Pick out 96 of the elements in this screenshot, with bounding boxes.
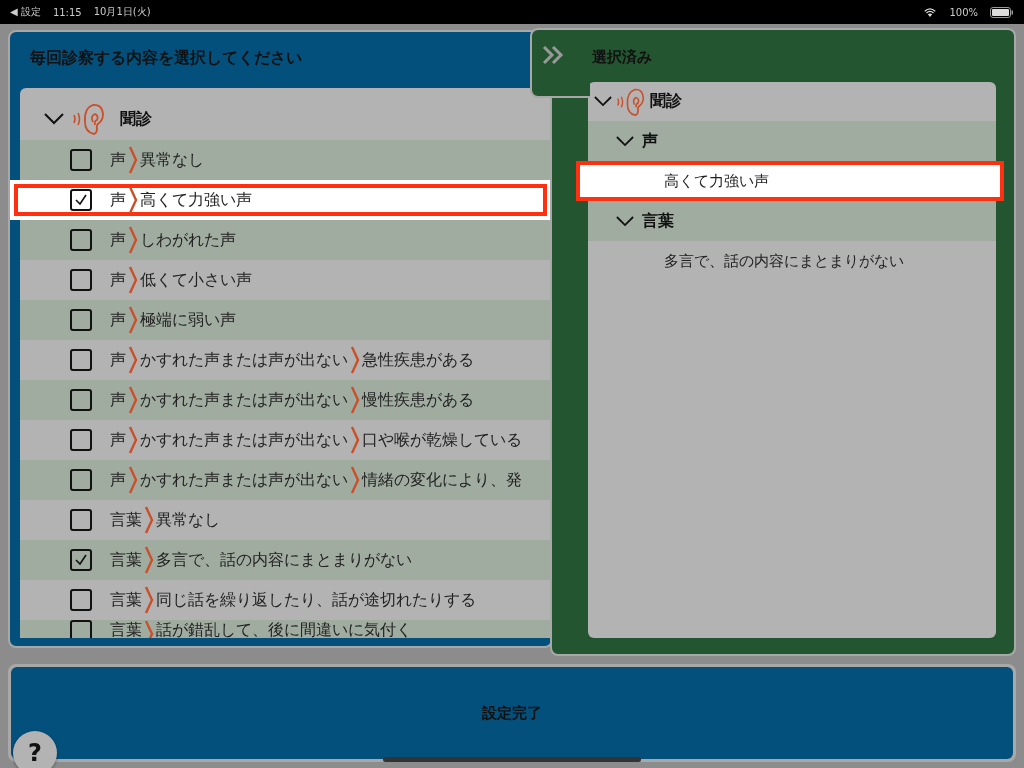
checkbox[interactable] — [70, 389, 92, 411]
checkbox[interactable] — [70, 269, 92, 291]
item-label: かすれた声または声が出ない — [140, 389, 348, 411]
chevron-separator-icon — [128, 226, 138, 254]
item-label: かすれた声または声が出ない — [140, 469, 348, 491]
list-row[interactable]: 声 高くて力強い声 — [10, 180, 551, 220]
battery-icon — [990, 6, 1014, 18]
checkmark-icon — [74, 553, 88, 567]
subgroup-header[interactable]: 声 — [588, 121, 996, 161]
item-label: 情緒の変化により、発 — [362, 469, 522, 491]
item-label: 声 — [110, 149, 126, 171]
checkbox[interactable] — [70, 349, 92, 371]
selected-item[interactable]: 高くて力強い声 — [576, 161, 1004, 201]
chevron-separator-icon — [128, 466, 138, 494]
chevron-separator-icon — [350, 466, 360, 494]
chevron-separator-icon — [350, 426, 360, 454]
list-row[interactable]: 言葉 同じ話を繰り返したり、話が途切れたりする — [20, 580, 551, 620]
chevron-separator-icon — [350, 386, 360, 414]
checkbox[interactable] — [70, 509, 92, 531]
chevron-separator-icon — [128, 146, 138, 174]
chevron-separator-icon — [144, 586, 154, 614]
item-label: 声 — [110, 349, 126, 371]
item-label: しわがれた声 — [140, 229, 236, 251]
checkbox[interactable] — [70, 469, 92, 491]
subgroup-header[interactable]: 言葉 — [588, 201, 996, 241]
selected-item[interactable]: 多言で、話の内容にまとまりがない — [588, 241, 996, 281]
item-label: 同じ話を繰り返したり、話が途切れたりする — [156, 589, 476, 611]
item-label: 声 — [110, 429, 126, 451]
item-label: 口や喉が乾燥している — [362, 429, 522, 451]
list-row[interactable]: 声 かすれた声または声が出ない 口や喉が乾燥している — [20, 420, 551, 460]
item-label: 声 — [110, 189, 126, 211]
battery-percent: 100% — [949, 6, 978, 18]
status-time: 11:15 — [52, 6, 82, 18]
collapse-tab[interactable] — [530, 28, 590, 98]
group-header[interactable]: 聞診 — [588, 82, 996, 121]
list-row[interactable]: 声 かすれた声または声が出ない 急性疾患がある — [20, 340, 551, 380]
list-row[interactable]: 言葉 話が錯乱して、後に間違いに気付く — [20, 620, 551, 638]
chevron-separator-icon — [350, 346, 360, 374]
chevron-separator-icon — [144, 546, 154, 574]
checkmark-icon — [74, 193, 88, 207]
list-row[interactable]: 言葉 異常なし — [20, 500, 551, 540]
item-label: 言葉 — [110, 620, 142, 638]
item-label: 声 — [110, 469, 126, 491]
checkbox[interactable] — [70, 229, 92, 251]
chevron-icon — [44, 113, 64, 125]
list-row[interactable]: 声 しわがれた声 — [20, 220, 551, 260]
chevron-separator-icon — [128, 426, 138, 454]
panel-title: 選択済み — [592, 48, 652, 68]
list-row[interactable]: 声 低くて小さい声 — [20, 260, 551, 300]
checkbox[interactable] — [70, 620, 92, 638]
chevron-separator-icon — [128, 346, 138, 374]
chevron-icon — [616, 215, 634, 227]
item-label: 異常なし — [140, 149, 204, 171]
ear-icon — [72, 102, 106, 136]
status-date: 10月1日(火) — [93, 5, 151, 19]
checkbox[interactable] — [70, 309, 92, 331]
back-link[interactable]: ◀ 設定 — [10, 5, 41, 19]
panel-title: 毎回診察する内容を選択してください — [29, 47, 303, 69]
list-row[interactable]: 言葉 多言で、話の内容にまとまりがない — [20, 540, 551, 580]
item-label: 極端に弱い声 — [140, 309, 236, 331]
item-label: かすれた声または声が出ない — [140, 429, 348, 451]
item-label: 急性疾患がある — [362, 349, 474, 371]
list-row[interactable]: 声 異常なし — [20, 140, 551, 180]
chevron-separator-icon — [128, 186, 138, 214]
item-label: 慢性疾患がある — [362, 389, 474, 411]
chevron-icon — [616, 135, 634, 147]
group-header[interactable]: 聞診 — [20, 88, 551, 140]
checkbox[interactable] — [70, 549, 92, 571]
item-label: 言葉 — [110, 589, 142, 611]
ear-icon — [616, 86, 646, 117]
chevron-icon — [594, 96, 612, 107]
chevron-separator-icon — [128, 266, 138, 294]
checkbox[interactable] — [70, 429, 92, 451]
item-label: 言葉 — [110, 509, 142, 531]
checkbox[interactable] — [70, 189, 92, 211]
checkbox[interactable] — [70, 589, 92, 611]
chevron-separator-icon — [128, 386, 138, 414]
item-label: 声 — [110, 389, 126, 411]
item-label: 声 — [110, 269, 126, 291]
double-chevron-icon — [542, 46, 564, 64]
chevron-separator-icon — [144, 506, 154, 534]
chevron-separator-icon — [128, 306, 138, 334]
item-label: 声 — [110, 229, 126, 251]
item-label: 異常なし — [156, 509, 220, 531]
checkbox[interactable] — [70, 149, 92, 171]
item-label: かすれた声または声が出ない — [140, 349, 348, 371]
list-row[interactable]: 声 かすれた声または声が出ない 慢性疾患がある — [20, 380, 551, 420]
wifi-icon — [923, 6, 938, 18]
item-label: 言葉 — [110, 549, 142, 571]
item-label: 低くて小さい声 — [140, 269, 252, 291]
list-row[interactable]: 声 極端に弱い声 — [20, 300, 551, 340]
item-label: 多言で、話の内容にまとまりがない — [156, 549, 412, 571]
list-row[interactable]: 声 かすれた声または声が出ない 情緒の変化により、発 — [20, 460, 551, 500]
item-label: 高くて力強い声 — [140, 189, 252, 211]
item-label: 話が錯乱して、後に間違いに気付く — [156, 620, 412, 638]
item-label: 声 — [110, 309, 126, 331]
